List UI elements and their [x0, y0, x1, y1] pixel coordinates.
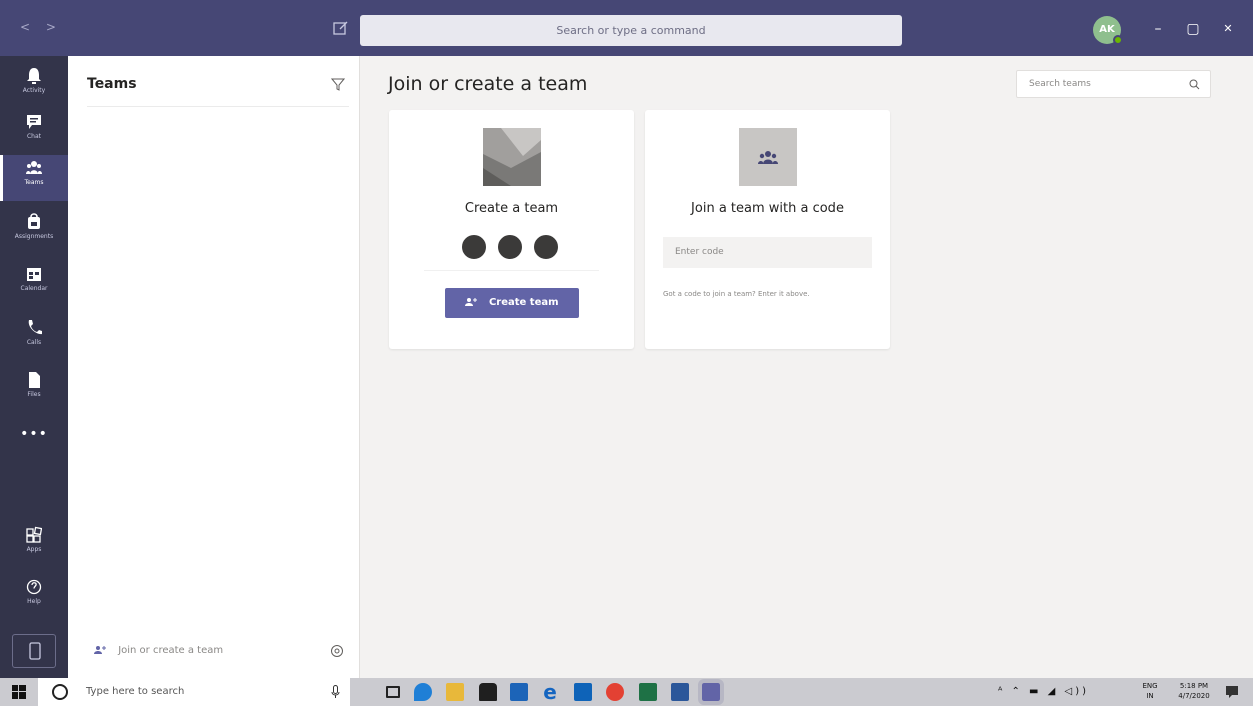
join-team-title: Join a team with a code	[691, 201, 844, 216]
team-code-input[interactable]: Enter code	[663, 237, 872, 268]
rail-item-activity[interactable]: Activity	[0, 63, 68, 109]
outlook-icon[interactable]	[574, 683, 592, 701]
rail-label: Calls	[26, 339, 42, 346]
join-team-card: Join a team with a code Enter code Got a…	[645, 110, 890, 349]
command-search-input[interactable]: Search or type a command	[360, 15, 902, 46]
card-divider	[424, 270, 599, 271]
create-team-button-label: Create team	[488, 297, 559, 308]
gear-icon[interactable]	[330, 644, 344, 658]
teams-panel: Teams Join or create a team	[68, 56, 360, 678]
rail-item-calls[interactable]: Calls	[0, 315, 68, 361]
calendar-icon	[27, 268, 41, 281]
avatar[interactable]: AK	[1093, 16, 1123, 45]
files-icon	[29, 372, 40, 388]
maximize-button[interactable]: ▢	[1183, 19, 1203, 39]
rail-label: Help	[27, 598, 41, 605]
page-title: Join or create a team	[388, 73, 588, 95]
taskbar-search-input[interactable]: Type here to search	[38, 678, 350, 706]
rail-label: Activity	[22, 87, 46, 94]
minimize-button[interactable]: –	[1148, 19, 1168, 39]
rail-item-chat[interactable]: Chat	[0, 109, 68, 155]
create-team-button[interactable]: Create team	[445, 288, 579, 318]
system-tray: ᴬ ⌃ ▬ ◢ ◁)) ENG IN 5:18 PM 4/7/2020	[990, 678, 1245, 706]
more-apps-icon[interactable]: •••	[0, 426, 68, 442]
file-explorer-icon[interactable]	[446, 683, 464, 701]
teams-taskbar-icon[interactable]	[698, 679, 724, 705]
search-teams-placeholder: Search teams	[1029, 79, 1091, 89]
language-code: ENG	[1142, 682, 1158, 690]
filter-icon[interactable]	[331, 77, 345, 91]
rail-label: Teams	[24, 179, 44, 186]
rail-item-calendar[interactable]: Calendar	[0, 261, 68, 307]
avatar	[532, 233, 560, 261]
member-avatars	[460, 233, 564, 261]
task-view-icon[interactable]	[386, 686, 400, 698]
rail-label: Apps	[26, 546, 42, 553]
word-icon[interactable]	[671, 683, 689, 701]
search-teams-input[interactable]: Search teams	[1016, 70, 1211, 98]
team-image-icon	[483, 128, 541, 186]
device-icon[interactable]	[12, 634, 56, 668]
edge-icon[interactable]: e	[541, 682, 559, 702]
rail-label: Assignments	[14, 233, 54, 240]
panel-title: Teams	[87, 76, 137, 92]
close-button[interactable]: ✕	[1218, 19, 1238, 39]
app-icon-bird[interactable]	[414, 683, 432, 701]
taskbar-search-placeholder: Type here to search	[86, 686, 185, 697]
title-bar: < > Search or type a command AK – ▢ ✕	[0, 0, 1253, 56]
create-team-title: Create a team	[464, 201, 559, 216]
avatar-initials: AK	[1099, 24, 1115, 35]
excel-icon[interactable]	[639, 683, 657, 701]
cortana-icon	[52, 684, 68, 700]
notifications-icon[interactable]	[1225, 685, 1239, 699]
avatar	[496, 233, 524, 261]
assignments-icon	[28, 213, 40, 229]
phone-icon	[28, 320, 42, 335]
panel-divider	[87, 106, 349, 107]
rail-label: Calendar	[20, 285, 48, 292]
language-indicator[interactable]: ENG IN	[1138, 681, 1162, 701]
join-hint-text: Got a code to join a team? Enter it abov…	[663, 290, 810, 298]
teams-icon	[739, 128, 797, 186]
clock[interactable]: 5:18 PM 4/7/2020	[1174, 681, 1214, 701]
nav-arrows[interactable]: < >	[20, 20, 62, 34]
windows-start-icon[interactable]	[12, 685, 26, 699]
bell-icon	[27, 68, 41, 84]
rail-item-teams[interactable]: Teams	[0, 155, 68, 201]
rail-label: Chat	[26, 133, 42, 140]
rail-item-apps[interactable]: Apps	[0, 522, 68, 568]
join-create-team-link[interactable]: Join or create a team	[94, 645, 223, 656]
create-team-card[interactable]: Create a team Create team	[389, 110, 634, 349]
region-code: IN	[1146, 692, 1154, 700]
apps-icon	[26, 526, 42, 543]
search-icon	[1189, 79, 1200, 90]
mail-icon[interactable]	[510, 683, 528, 701]
clock-time: 5:18 PM	[1179, 682, 1209, 690]
chrome-icon[interactable]	[606, 683, 624, 701]
teams-icon	[26, 161, 42, 174]
rail-label: Files	[27, 391, 41, 398]
rail-item-files[interactable]: Files	[0, 367, 68, 413]
rail-item-help[interactable]: Help	[0, 574, 68, 620]
chat-icon	[27, 115, 41, 129]
app-rail: Activity Chat Teams Assignments Calendar…	[0, 56, 68, 678]
tray-icons[interactable]: ᴬ ⌃ ▬ ◢ ◁))	[998, 686, 1089, 697]
avatar	[460, 233, 488, 261]
clock-date: 4/7/2020	[1178, 692, 1210, 700]
windows-taskbar: Type here to search e ᴬ ⌃ ▬ ◢ ◁)) ENG IN…	[0, 678, 1253, 706]
teams-add-icon	[465, 298, 478, 306]
teams-add-icon	[94, 646, 106, 654]
presence-available-icon	[1113, 35, 1123, 45]
store-icon[interactable]	[479, 683, 497, 701]
microphone-icon[interactable]	[331, 685, 340, 699]
help-icon	[26, 579, 42, 595]
join-create-team-label: Join or create a team	[118, 645, 224, 656]
new-chat-icon[interactable]	[332, 19, 350, 37]
rail-item-assignments[interactable]: Assignments	[0, 209, 68, 255]
